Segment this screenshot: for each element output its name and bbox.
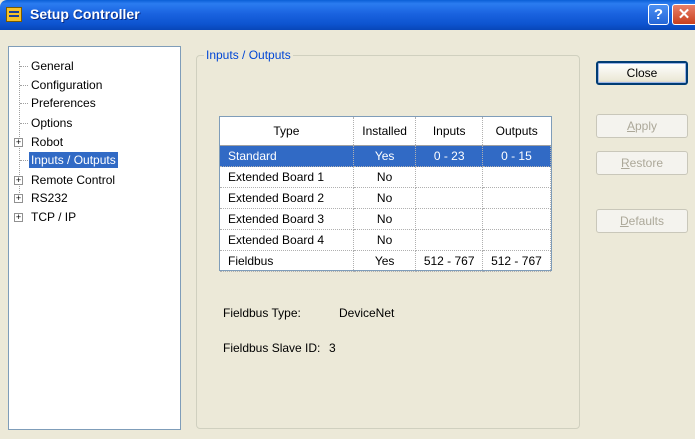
- restore-mnemonic: R: [620, 156, 630, 170]
- table-header-row: Type Installed Inputs Outputs: [220, 117, 551, 146]
- table-row[interactable]: Extended Board 1 No: [220, 166, 552, 188]
- fieldbus-type-value: DeviceNet: [339, 306, 395, 320]
- cell-type: Extended Board 3: [220, 208, 354, 230]
- settings-tree[interactable]: General Configuration Preferences Option…: [8, 46, 181, 430]
- table-row[interactable]: Standard Yes 0 - 23 0 - 15: [220, 145, 552, 167]
- column-header-installed[interactable]: Installed: [353, 117, 417, 146]
- apply-button[interactable]: Apply: [596, 114, 688, 138]
- defaults-mnemonic: D: [619, 214, 629, 228]
- close-button[interactable]: Close: [596, 61, 688, 85]
- group-title: Inputs / Outputs: [204, 48, 293, 62]
- tree-branch: [20, 123, 28, 124]
- close-window-button[interactable]: ✕: [672, 4, 695, 25]
- tree-item-preferences[interactable]: Preferences: [29, 95, 98, 111]
- expand-remote-control-icon[interactable]: +: [14, 176, 23, 185]
- app-icon: [6, 7, 22, 22]
- tree-branch: [20, 66, 28, 67]
- table-row[interactable]: Extended Board 3 No: [220, 208, 552, 230]
- cell-inputs: [415, 187, 483, 209]
- column-header-type[interactable]: Type: [220, 117, 354, 146]
- title-bar[interactable]: Setup Controller ? ✕: [0, 0, 695, 30]
- cell-outputs: [482, 208, 552, 230]
- defaults-button[interactable]: Defaults: [596, 209, 688, 233]
- table-row[interactable]: Extended Board 4 No: [220, 229, 552, 251]
- tree-branch: [20, 103, 28, 104]
- defaults-label: efaults: [628, 214, 665, 228]
- cell-outputs: [482, 166, 552, 188]
- fieldbus-slave-id-value: 3: [329, 341, 336, 355]
- cell-inputs: [415, 229, 483, 251]
- cell-outputs: 0 - 15: [482, 145, 552, 167]
- cell-type: Extended Board 4: [220, 229, 354, 251]
- cell-inputs: 0 - 23: [415, 145, 483, 167]
- cell-inputs: 512 - 767: [415, 250, 483, 272]
- table-row[interactable]: Fieldbus Yes 512 - 767 512 - 767: [220, 250, 552, 272]
- cell-outputs: [482, 187, 552, 209]
- fieldbus-type-label: Fieldbus Type:: [223, 306, 301, 320]
- cell-installed: No: [353, 229, 417, 251]
- expand-rs232-icon[interactable]: +: [14, 194, 23, 203]
- restore-button[interactable]: Restore: [596, 151, 688, 175]
- tree-branch: [20, 160, 28, 161]
- window-title: Setup Controller: [30, 6, 140, 22]
- tree-item-options[interactable]: Options: [29, 115, 74, 131]
- tree-item-configuration[interactable]: Configuration: [29, 77, 104, 93]
- cell-installed: Yes: [353, 145, 417, 167]
- expand-tcp-ip-icon[interactable]: +: [14, 213, 23, 222]
- cell-type: Extended Board 1: [220, 166, 354, 188]
- apply-mnemonic: A: [626, 119, 635, 133]
- tree-item-inputs-outputs[interactable]: Inputs / Outputs: [29, 152, 118, 168]
- cell-type: Extended Board 2: [220, 187, 354, 209]
- column-header-inputs[interactable]: Inputs: [415, 117, 483, 146]
- cell-type: Standard: [220, 145, 354, 167]
- cell-type: Fieldbus: [220, 250, 354, 272]
- fieldbus-slave-id-label: Fieldbus Slave ID:: [223, 341, 321, 355]
- cell-outputs: [482, 229, 552, 251]
- cell-outputs: 512 - 767: [482, 250, 552, 272]
- restore-label: estore: [629, 156, 664, 170]
- io-table[interactable]: Type Installed Inputs Outputs Standard Y…: [219, 116, 552, 272]
- apply-label: pply: [635, 119, 658, 133]
- cell-installed: No: [353, 166, 417, 188]
- cell-inputs: [415, 166, 483, 188]
- tree-branch: [20, 85, 28, 86]
- expand-robot-icon[interactable]: +: [14, 138, 23, 147]
- cell-installed: No: [353, 187, 417, 209]
- table-row[interactable]: Extended Board 2 No: [220, 187, 552, 209]
- setup-controller-window: Setup Controller ? ✕ General Configurati…: [0, 0, 695, 439]
- tree-item-tcp-ip[interactable]: TCP / IP: [29, 209, 78, 225]
- tree-item-general[interactable]: General: [29, 58, 76, 74]
- cell-installed: No: [353, 208, 417, 230]
- tree-item-remote-control[interactable]: Remote Control: [29, 172, 117, 188]
- column-header-outputs[interactable]: Outputs: [482, 117, 551, 146]
- help-button[interactable]: ?: [648, 4, 669, 25]
- cell-inputs: [415, 208, 483, 230]
- tree-item-robot[interactable]: Robot: [29, 134, 65, 150]
- cell-installed: Yes: [353, 250, 417, 272]
- tree-item-rs232[interactable]: RS232: [29, 190, 70, 206]
